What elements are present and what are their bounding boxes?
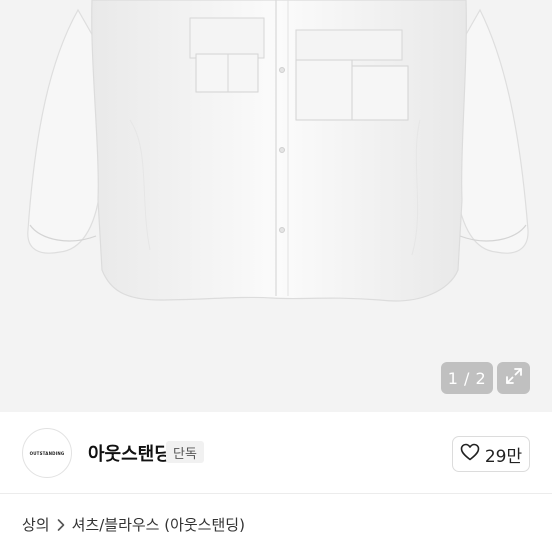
exclusive-badge: 단독	[166, 441, 204, 463]
breadcrumb: 상의 셔츠/블라우스 (아웃스탠딩)	[22, 514, 245, 535]
chevron-right-icon	[56, 518, 66, 532]
shop-logo-text: OUTSTANDING	[29, 450, 65, 456]
product-image	[27, 0, 529, 302]
shop-name[interactable]: 아웃스탠딩	[88, 440, 171, 466]
breadcrumb-category[interactable]: 상의	[22, 514, 50, 535]
image-page-counter: 1 / 2	[441, 362, 493, 394]
heart-outline-icon	[460, 443, 480, 465]
product-image-gallery[interactable]: 1 / 2	[0, 0, 552, 412]
expand-button[interactable]	[497, 362, 530, 394]
like-count: 29만	[484, 446, 523, 467]
breadcrumb-subcategory[interactable]: 셔츠/블라우스 (아웃스탠딩)	[72, 514, 245, 535]
shop-info-row: OUTSTANDING 아웃스탠딩 단독 29만	[0, 412, 552, 494]
expand-icon	[505, 367, 523, 389]
like-button[interactable]: 29만	[452, 436, 530, 472]
shop-logo[interactable]: OUTSTANDING	[22, 428, 72, 478]
